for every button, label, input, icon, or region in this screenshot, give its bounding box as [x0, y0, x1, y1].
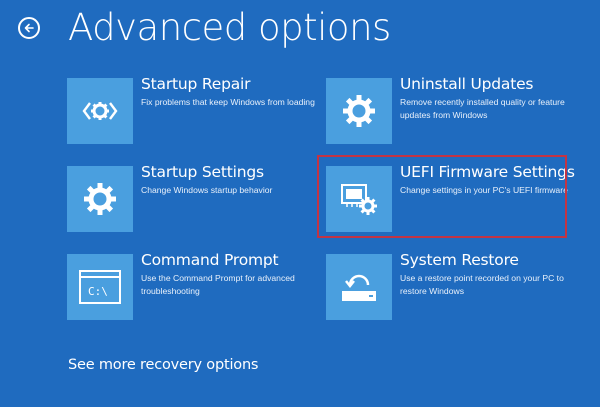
tile-title: UEFI Firmware Settings	[400, 163, 575, 181]
tile-uefi-firmware-settings[interactable]: UEFI Firmware Settings Change settings i…	[326, 163, 576, 240]
restore-drive-icon	[342, 274, 376, 301]
code-brackets-gear-icon	[82, 102, 118, 120]
firmware-chip-gear-icon	[341, 184, 377, 215]
tile-description: Fix problems that keep Windows from load…	[141, 97, 315, 107]
tile-description: Remove recently installed quality or fea…	[400, 97, 565, 120]
tile-description: Change Windows startup behavior	[141, 185, 273, 195]
tile-title: Command Prompt	[141, 251, 279, 269]
tile-description: Use a restore point recorded on your PC …	[400, 273, 564, 296]
console-window-icon: C:\	[79, 270, 121, 304]
tile-title: Startup Settings	[141, 163, 264, 181]
tile-icon-box	[326, 166, 392, 232]
back-button[interactable]	[18, 17, 40, 39]
console-text: C:\	[88, 285, 108, 298]
tile-startup-settings[interactable]: Startup Settings Change Windows startup …	[67, 163, 317, 240]
tile-icon-box	[67, 166, 133, 232]
tile-title: System Restore	[400, 251, 519, 269]
tile-description: Change settings in your PC's UEFI firmwa…	[400, 185, 568, 195]
tile-uninstall-updates[interactable]: Uninstall Updates Remove recently instal…	[326, 75, 576, 152]
page-title: Advanced options	[68, 6, 391, 49]
back-arrow-icon	[24, 23, 34, 33]
tile-title: Startup Repair	[141, 75, 251, 93]
tile-icon-box: C:\	[67, 254, 133, 320]
tile-system-restore[interactable]: System Restore Use a restore point recor…	[326, 251, 576, 328]
gear-icon	[84, 183, 116, 215]
tile-startup-repair[interactable]: Startup Repair Fix problems that keep Wi…	[67, 75, 317, 152]
tile-icon-box	[67, 78, 133, 144]
tile-icon-box	[326, 78, 392, 144]
see-more-recovery-options-link[interactable]: See more recovery options	[68, 357, 258, 373]
tile-icon-box	[326, 254, 392, 320]
tile-description: Use the Command Prompt for advanced trou…	[141, 273, 295, 296]
gear-icon	[343, 95, 375, 127]
tile-command-prompt[interactable]: C:\ Command Prompt Use the Command Promp…	[67, 251, 317, 328]
tile-title: Uninstall Updates	[400, 75, 534, 93]
